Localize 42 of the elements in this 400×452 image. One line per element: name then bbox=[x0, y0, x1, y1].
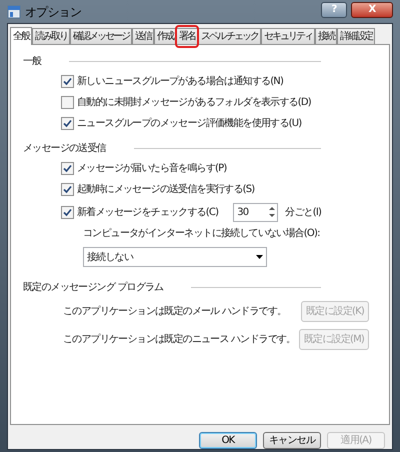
checkmark-icon bbox=[63, 119, 72, 128]
checkbox-label: 新しいニュースグループがある場合は通知する(N) bbox=[77, 74, 284, 89]
checkbox[interactable] bbox=[61, 75, 74, 88]
dialog-button[interactable]: OK bbox=[199, 432, 257, 449]
checkbox[interactable] bbox=[61, 183, 74, 196]
dropdown[interactable]: 接続しない bbox=[83, 247, 267, 267]
checkmark-icon bbox=[63, 77, 72, 86]
tab[interactable]: 確認メッセージ bbox=[70, 28, 132, 44]
checkbox-label: 自動的に未開封メッセージがあるフォルダを表示する(D) bbox=[77, 96, 311, 110]
section-heading: 一般 bbox=[23, 54, 42, 68]
checkmark-icon bbox=[63, 208, 72, 216]
tab[interactable]: 接続 bbox=[315, 28, 338, 44]
handler-text: このアプリケーションは既定のニュース ハンドラです。 bbox=[63, 332, 296, 346]
caret-icon bbox=[256, 255, 263, 259]
checkbox[interactable] bbox=[61, 117, 74, 130]
tab[interactable]: 全般 bbox=[10, 27, 32, 45]
checkbox-label: ニュースグループのメッセージ評価機能を使用する(U) bbox=[77, 116, 302, 131]
checkbox-label: 起動時にメッセージの送受信を実行する(S) bbox=[77, 182, 254, 197]
tab[interactable]: 作成 bbox=[154, 28, 176, 44]
dialog-button[interactable]: キャンセル bbox=[263, 432, 321, 449]
handler-text: このアプリケーションは既定のメール ハンドラです。 bbox=[63, 304, 286, 318]
section-heading: メッセージの送受信 bbox=[23, 142, 106, 156]
checkbox[interactable] bbox=[61, 96, 74, 109]
tab[interactable]: スペル チェック bbox=[198, 28, 262, 44]
checkbox-label: 新着メッセージをチェックする(C) bbox=[77, 206, 218, 220]
interval-unit: 分ごと(I) bbox=[285, 206, 322, 220]
checkbox[interactable] bbox=[61, 162, 74, 175]
checkmark-icon bbox=[63, 185, 72, 194]
dropdown-label: コンピュータがインターネットに接続していない場合(O): bbox=[83, 226, 321, 241]
spinner-field[interactable]: 30 bbox=[233, 202, 278, 222]
section-heading: 既定のメッセージング プログラム bbox=[23, 280, 164, 294]
checkbox[interactable] bbox=[61, 206, 74, 218]
down-arrow-icon[interactable] bbox=[267, 212, 278, 220]
tab[interactable]: セキュリティ bbox=[261, 28, 316, 44]
tab[interactable]: 詳細設定 bbox=[337, 28, 376, 44]
tab[interactable]: 送信 bbox=[132, 28, 154, 44]
window-title: オプション bbox=[25, 4, 82, 21]
checkmark-icon bbox=[63, 164, 72, 173]
checkbox-label: メッセージが届いたら音を鳴らす(P) bbox=[77, 162, 226, 176]
tab[interactable]: 読み取り bbox=[32, 28, 70, 44]
app-icon bbox=[7, 5, 21, 19]
tab[interactable]: 署名 bbox=[176, 28, 198, 44]
